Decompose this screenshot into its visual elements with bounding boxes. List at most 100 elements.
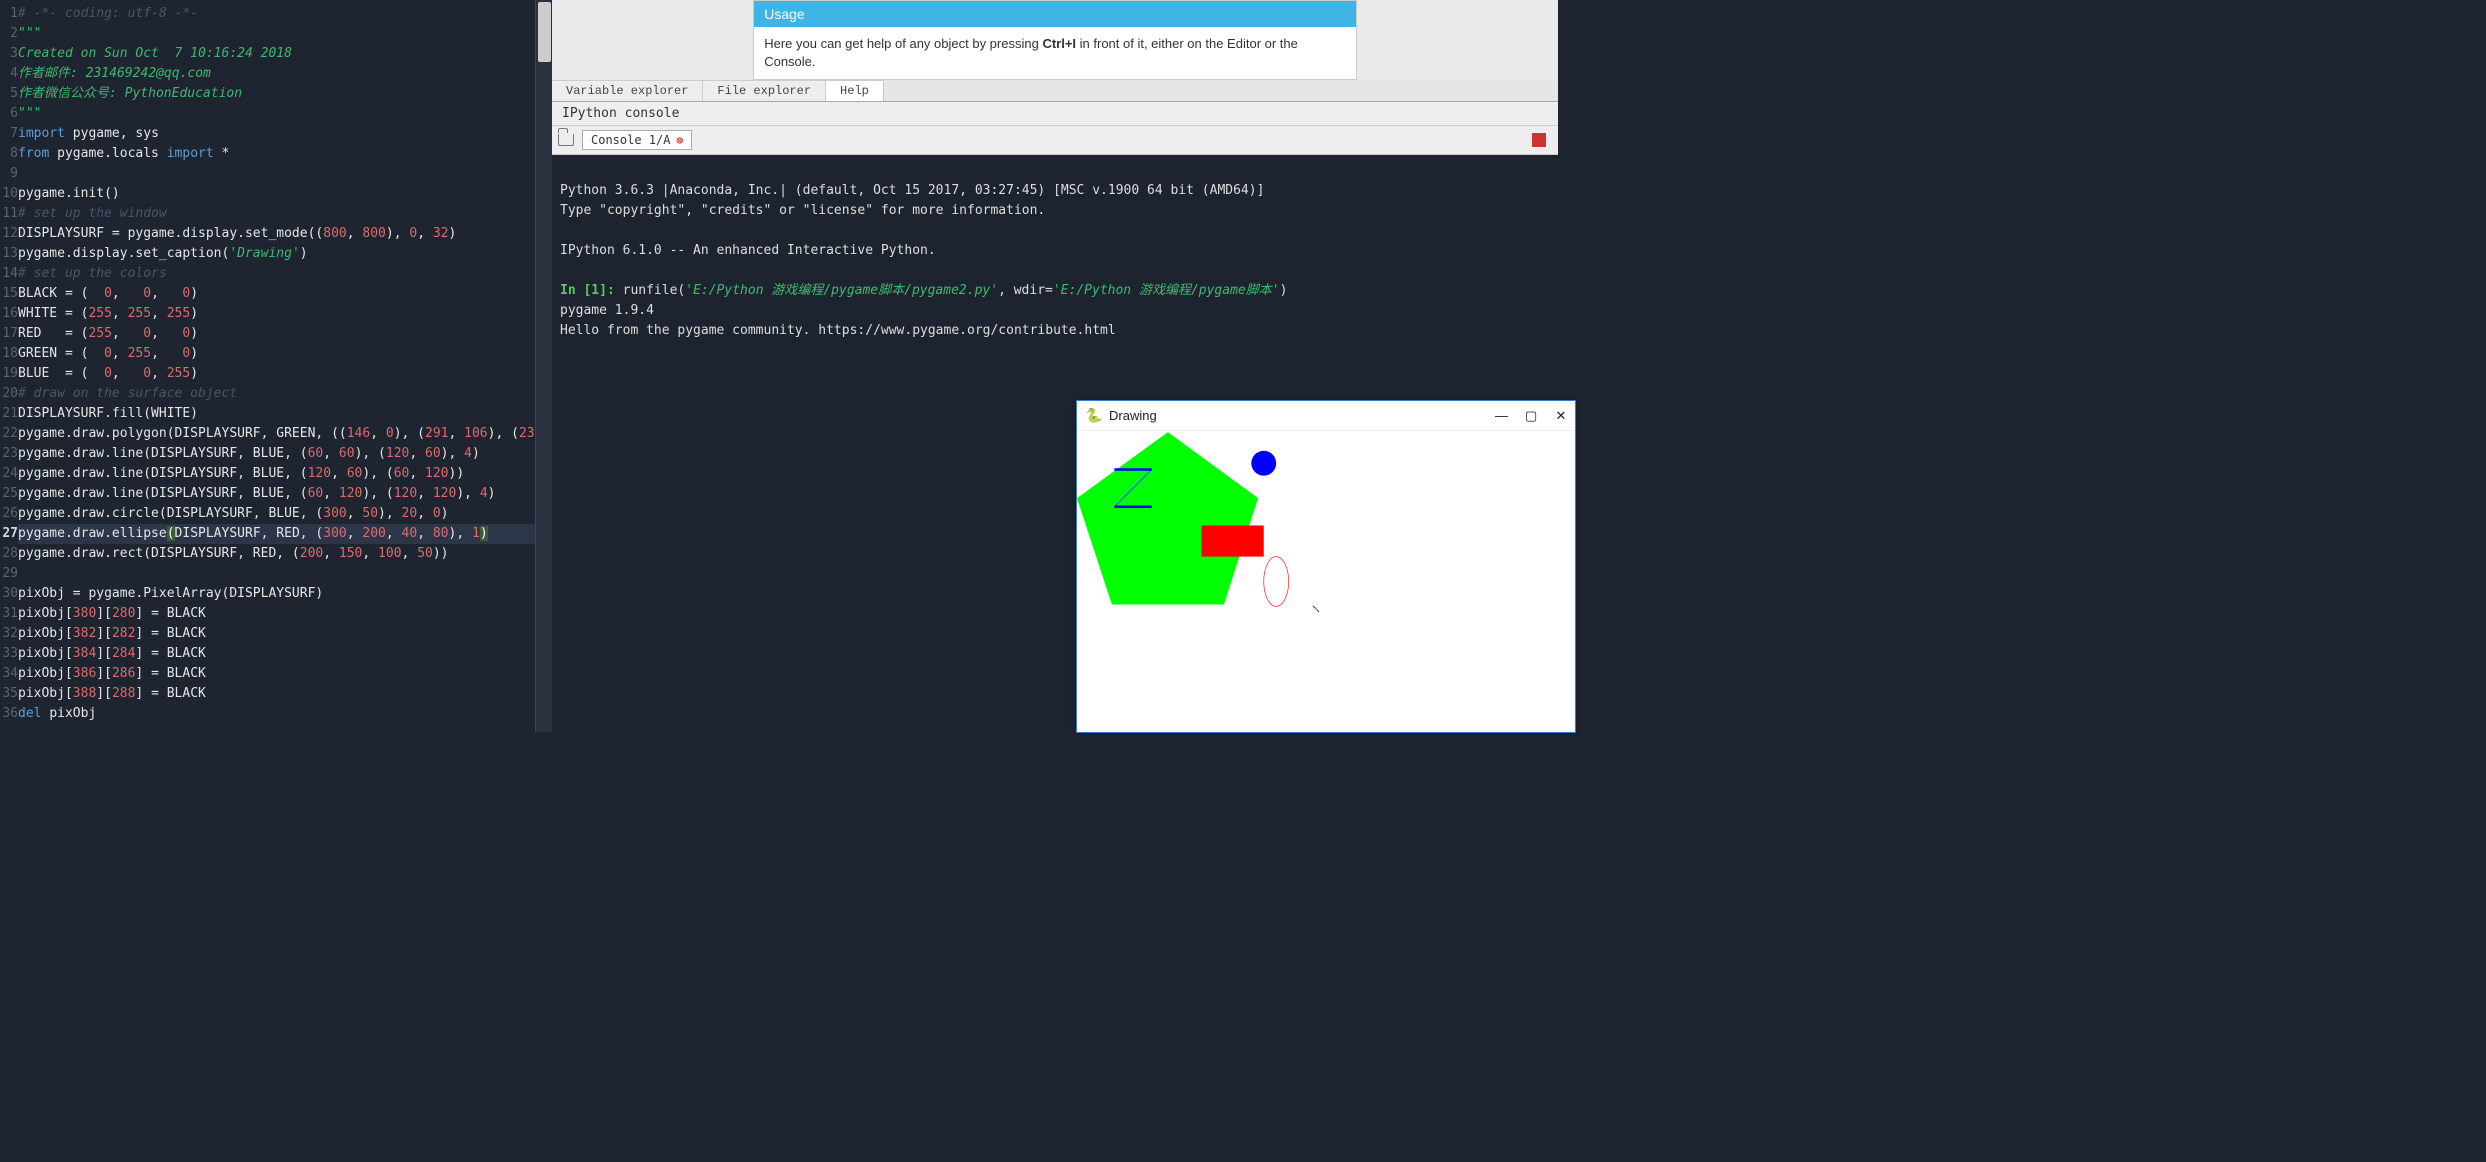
code-line[interactable]: del pixObj [18,704,535,724]
line-number: 32 [0,624,18,644]
code-line[interactable]: # -*- coding: utf-8 -*- [18,4,535,24]
pygame-titlebar[interactable]: 🐍 Drawing — ▢ ✕ [1077,401,1575,431]
line-number: 11 [0,204,18,224]
code-line[interactable]: pixObj[380][280] = BLACK [18,604,535,624]
line-number: 36 [0,704,18,724]
code-line[interactable]: """ [18,24,535,44]
console-tab-label: Console 1/A [591,133,670,147]
code-line[interactable]: pygame.draw.line(DISPLAYSURF, BLUE, (60,… [18,444,535,464]
line-number: 1 [0,4,18,24]
code-line[interactable]: 作者邮件: 231469242@qq.com [18,64,535,84]
runfile-arg1: 'E:/Python 游戏编程/pygame脚本/pygame2.py' [685,283,998,298]
code-line[interactable]: pixObj[384][284] = BLACK [18,644,535,664]
in-prompt: In [1]: [560,283,615,298]
tab-file-explorer[interactable]: File explorer [703,80,826,101]
close-button[interactable]: ✕ [1555,408,1567,424]
code-line[interactable]: RED = (255, 0, 0) [18,324,535,344]
help-panel: Usage Here you can get help of any objec… [753,0,1357,80]
line-number: 18 [0,344,18,364]
code-line[interactable]: import pygame, sys [18,124,535,144]
code-line[interactable]: BLUE = ( 0, 0, 255) [18,364,535,384]
code-line[interactable]: GREEN = ( 0, 255, 0) [18,344,535,364]
code-line[interactable]: pygame.draw.ellipse(DISPLAYSURF, RED, (3… [18,524,535,544]
line-number: 35 [0,684,18,704]
red-ellipse [1264,557,1289,607]
code-line[interactable]: # set up the window [18,204,535,224]
code-line[interactable]: # set up the colors [18,264,535,284]
pygame-canvas [1077,431,1575,732]
line-number: 26 [0,504,18,524]
runfile-arg2: 'E:/Python 游戏编程/pygame脚本' [1053,283,1280,298]
code-line[interactable]: pygame.draw.line(DISPLAYSURF, BLUE, (60,… [18,484,535,504]
code-line[interactable]: # draw on the surface object [18,384,535,404]
line-number: 4 [0,64,18,84]
code-line[interactable]: pygame.init() [18,184,535,204]
code-line[interactable]: Created on Sun Oct 7 10:16:24 2018 [18,44,535,64]
line-number: 20 [0,384,18,404]
pygame-title: Drawing [1109,408,1157,423]
line-number: 5 [0,84,18,104]
editor-scrollbar[interactable]: ▲ [535,0,552,732]
help-title: Usage [754,1,1356,27]
console-line: Type "copyright", "credits" or "license"… [560,203,1045,218]
code-line[interactable]: WHITE = (255, 255, 255) [18,304,535,324]
code-line[interactable]: pygame.draw.circle(DISPLAYSURF, BLUE, (3… [18,504,535,524]
tab-variable-explorer[interactable]: Variable explorer [552,80,703,101]
code-line[interactable]: pixObj[386][286] = BLACK [18,664,535,684]
editor-code[interactable]: # -*- coding: utf-8 -*-"""Created on Sun… [0,0,535,724]
code-line[interactable]: BLACK = ( 0, 0, 0) [18,284,535,304]
code-line[interactable]: pixObj[382][282] = BLACK [18,624,535,644]
code-line[interactable]: DISPLAYSURF.fill(WHITE) [18,404,535,424]
tab-help[interactable]: Help [826,80,884,101]
runfile-pre: runfile( [615,283,685,298]
pygame-window[interactable]: 🐍 Drawing — ▢ ✕ [1076,400,1576,733]
code-line[interactable]: pygame.draw.polygon(DISPLAYSURF, GREEN, … [18,424,535,444]
red-rect [1202,525,1264,556]
scrollbar-thumb[interactable] [538,2,551,62]
line-number: 3 [0,44,18,64]
help-kbd: Ctrl+I [1042,36,1076,51]
line-number: 13 [0,244,18,264]
line-number: 33 [0,644,18,664]
green-pentagon [1077,432,1258,604]
help-text-pre: Here you can get help of any object by p… [764,36,1042,51]
code-line[interactable]: pygame.draw.rect(DISPLAYSURF, RED, (200,… [18,544,535,564]
code-line[interactable]: pixObj[388][288] = BLACK [18,684,535,704]
line-number: 21 [0,404,18,424]
runfile-mid: , wdir= [998,283,1053,298]
line-number: 22 [0,424,18,444]
line-number: 16 [0,304,18,324]
line-number: 27 [0,524,18,544]
code-line[interactable]: pixObj = pygame.PixelArray(DISPLAYSURF) [18,584,535,604]
line-number: 17 [0,324,18,344]
close-tab-icon[interactable]: ⊗ [676,134,683,147]
minimize-button[interactable]: — [1495,408,1507,424]
pygame-icon: 🐍 [1085,407,1103,425]
stop-kernel-button[interactable] [1532,133,1546,147]
code-line[interactable]: 作者微信公众号: PythonEducation [18,84,535,104]
folder-icon[interactable] [558,134,574,146]
code-line[interactable] [18,564,535,584]
line-number: 19 [0,364,18,384]
line-number: 15 [0,284,18,304]
code-line[interactable]: """ [18,104,535,124]
console-tab[interactable]: Console 1/A ⊗ [582,130,692,150]
code-line[interactable]: pygame.draw.line(DISPLAYSURF, BLUE, (120… [18,464,535,484]
maximize-button[interactable]: ▢ [1525,408,1537,424]
editor-pane[interactable]: 1234567891011121314151617181920212223242… [0,0,535,732]
help-body: Here you can get help of any object by p… [754,27,1356,79]
line-number: 23 [0,444,18,464]
code-line[interactable] [18,164,535,184]
line-number: 14 [0,264,18,284]
line-number: 2 [0,24,18,44]
line-number: 10 [0,184,18,204]
line-number: 30 [0,584,18,604]
line-number: 12 [0,224,18,244]
line-number: 6 [0,104,18,124]
ipython-header: IPython console [552,102,1558,126]
code-line[interactable]: DISPLAYSURF = pygame.display.set_mode((8… [18,224,535,244]
line-number: 28 [0,544,18,564]
code-line[interactable]: pygame.display.set_caption('Drawing') [18,244,535,264]
code-line[interactable]: from pygame.locals import * [18,144,535,164]
line-number: 34 [0,664,18,684]
